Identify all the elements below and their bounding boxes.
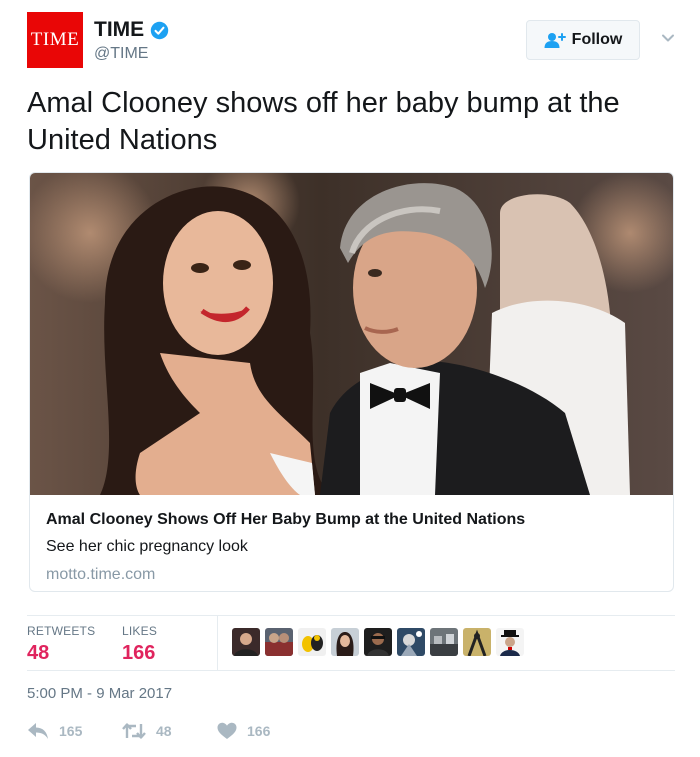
liker-avatar[interactable] [298, 628, 326, 656]
liker-avatar[interactable] [496, 628, 524, 656]
like-button[interactable]: 166 [217, 722, 270, 740]
chevron-down-icon[interactable] [660, 30, 676, 46]
logo-wordmark: TIME [30, 29, 80, 50]
tweet-stats: RETWEETS 48 LIKES 166 [27, 615, 675, 671]
likes-value: 166 [122, 642, 156, 664]
follow-button[interactable]: Follow [526, 20, 640, 60]
account-name-block: TIME @TIME [94, 18, 169, 63]
retweet-icon [122, 723, 146, 739]
reply-icon [28, 723, 48, 739]
card-body: Amal Clooney Shows Off Her Baby Bump at … [46, 511, 656, 584]
retweets-stat[interactable]: RETWEETS 48 [27, 624, 95, 665]
tweet-text: Amal Clooney shows off her baby bump at … [27, 87, 620, 156]
liker-avatar[interactable] [232, 628, 260, 656]
retweets-value: 48 [27, 642, 50, 664]
card-photo[interactable] [30, 173, 674, 495]
follow-button-label: Follow [571, 31, 623, 48]
profile-avatar[interactable]: TIME [27, 12, 83, 68]
verified-badge-icon [150, 21, 169, 39]
heart-icon [217, 722, 237, 739]
likes-stat[interactable]: LIKES 166 [122, 624, 157, 665]
card-title[interactable]: Amal Clooney Shows Off Her Baby Bump at … [46, 511, 656, 529]
liker-avatars [232, 628, 524, 656]
retweet-button[interactable]: 48 [122, 722, 172, 740]
card-description: See her chic pregnancy look [46, 538, 248, 555]
liker-avatar[interactable] [331, 628, 359, 656]
card-domain[interactable]: motto.time.com [46, 566, 656, 584]
reply-count: 165 [59, 723, 83, 739]
add-user-icon [544, 33, 566, 48]
link-card[interactable]: Amal Clooney Shows Off Her Baby Bump at … [29, 172, 674, 592]
reply-button[interactable]: 165 [27, 722, 82, 740]
tweet-timestamp[interactable]: 5:00 PM - 9 Mar 2017 [27, 685, 172, 702]
like-count: 166 [247, 723, 271, 739]
likes-label: LIKES [122, 624, 158, 638]
stats-divider [217, 616, 218, 670]
retweet-count: 48 [156, 723, 172, 739]
account-handle[interactable]: @TIME [94, 45, 169, 63]
liker-avatar[interactable] [265, 628, 293, 656]
liker-avatar[interactable] [364, 628, 392, 656]
name-row: TIME [94, 18, 169, 42]
liker-avatar[interactable] [463, 628, 491, 656]
liker-avatar[interactable] [430, 628, 458, 656]
display-name[interactable]: TIME [94, 18, 144, 42]
liker-avatar[interactable] [397, 628, 425, 656]
retweets-label: RETWEETS [27, 624, 96, 638]
tweet-header: TIME TIME @TIME Follow [27, 12, 674, 70]
